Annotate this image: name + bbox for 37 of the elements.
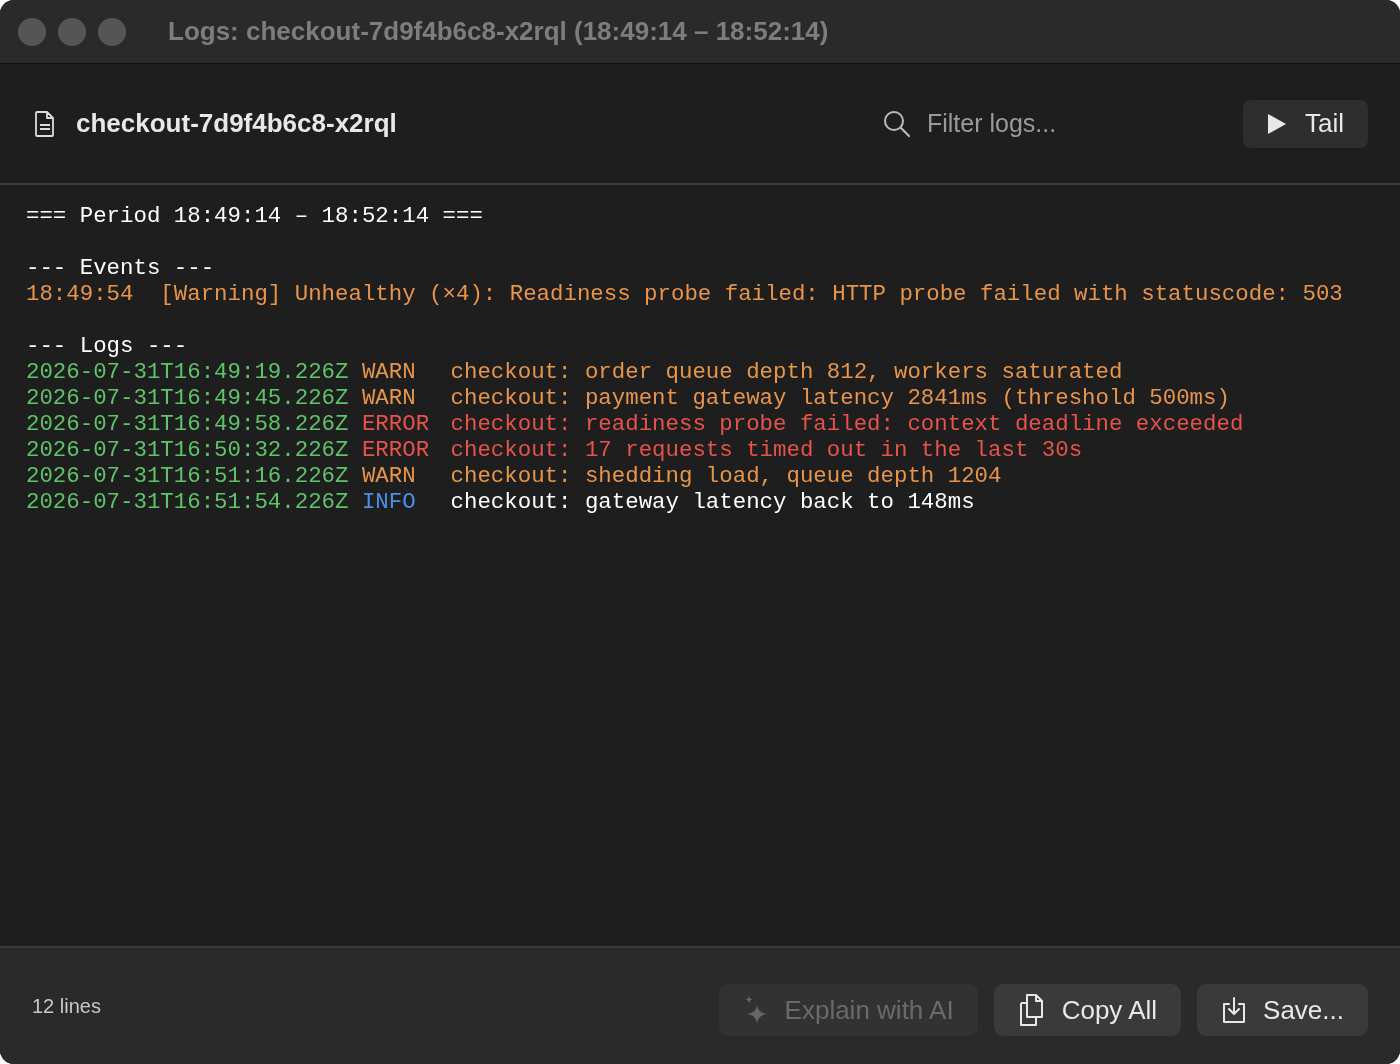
event-line: 18:49:54 [Warning] Unhealthy (×4): Readiness probe failed: HTTP probe failed with statuscode: 503 [26,281,1343,307]
file-name: checkout-7d9f4b6c8-x2rql [76,108,397,139]
copy-button[interactable]: Copy All [993,984,1182,1036]
log-level: WARN [361,359,417,385]
minimize-button[interactable] [58,17,86,46]
play-icon [1267,112,1287,135]
filter-field[interactable]: Filter logs... [927,109,1187,138]
close-button[interactable] [18,17,46,46]
section-header: === Period 18:49:14 – 18:52:14 === [26,203,483,229]
window-title: Logs: checkout-7d9f4b6c8-x2rql (18:49:14 – 18:52:14) [168,16,829,47]
tail-button[interactable]: Tail [1243,99,1368,148]
line-count: 12 lines [32,994,101,1018]
zoom-button[interactable] [98,17,126,46]
log-level: INFO [361,489,417,515]
log-timestamp: 2026-07-31T16:49:58.226Z [26,411,349,437]
log-message: checkout: 17 requests timed out in the last 30s [450,437,1083,463]
save-button[interactable]: Save... [1197,984,1368,1036]
log-level: WARN [361,463,417,489]
log-message: checkout: gateway latency back to 148ms [450,489,975,515]
document-icon [34,109,56,138]
log-message: checkout: order queue depth 812, workers saturated [450,359,1123,385]
log-timestamp: 2026-07-31T16:50:32.226Z [26,437,349,463]
download-icon [1221,996,1248,1024]
log-level: ERROR [361,411,431,437]
log-message: checkout: shedding load, queue depth 1204 [450,463,1002,489]
log-level: ERROR [361,437,431,463]
log-timestamp: 2026-07-31T16:49:19.226Z [26,359,349,385]
log-message: checkout: readiness probe failed: context deadline exceeded [450,411,1244,437]
log-message: checkout: payment gateway latency 2841ms (threshold 500ms) [450,385,1230,411]
search-icon [883,109,911,138]
log-timestamp: 2026-07-31T16:51:54.226Z [26,489,349,515]
log-level: WARN [361,385,417,411]
log-timestamp: 2026-07-31T16:51:16.226Z [26,463,349,489]
copy-icon [1017,993,1046,1027]
log-timestamp: 2026-07-31T16:49:45.226Z [26,385,349,411]
section-header: --- Logs --- [26,333,188,359]
section-header: --- Events --- [26,255,215,281]
